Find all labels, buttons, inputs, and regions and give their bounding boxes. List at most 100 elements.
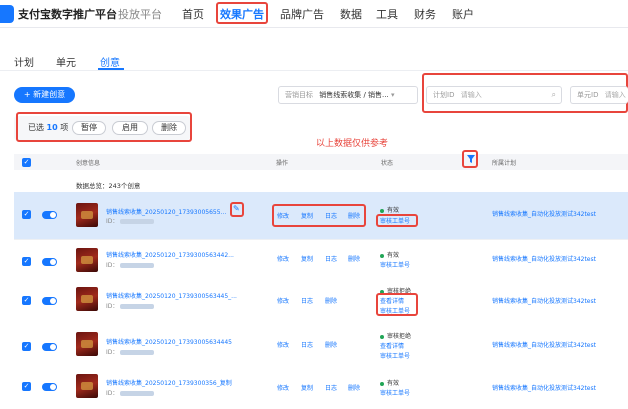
logo-icon xyxy=(0,5,14,23)
nav-finance[interactable]: 财务 xyxy=(414,6,436,22)
status-label: 审核拒绝 xyxy=(387,333,412,340)
nav-account[interactable]: 账户 xyxy=(452,6,474,22)
action-modify[interactable]: 修改 xyxy=(277,296,289,305)
creative-name[interactable]: 销售线索收集_20250120_1739300563442... xyxy=(106,250,234,259)
header-operations: 操作 xyxy=(276,160,289,167)
highlight-box-ticket xyxy=(376,214,418,227)
platform-brand: 支付宝数字推广平台 xyxy=(18,8,117,21)
action-delete[interactable]: 删除 xyxy=(348,383,360,392)
creative-name[interactable]: 销售线索收集_20250120_17393005634445 xyxy=(106,337,232,346)
plan-link[interactable]: 销售线索收集_自动化投放测试342test xyxy=(492,383,596,392)
ticket-link[interactable]: 审核工单号 xyxy=(380,351,410,360)
creative-thumbnail xyxy=(76,248,98,272)
action-modify[interactable]: 修改 xyxy=(277,383,289,392)
plan-link[interactable]: 销售线索收集_自动化投放测试342test xyxy=(492,209,596,218)
ticket-link[interactable]: 审核工单号 xyxy=(380,260,410,269)
disclaimer-note: 以上数据仅供参考 xyxy=(316,139,389,149)
row-toggle[interactable] xyxy=(42,297,57,305)
row-checkbox[interactable]: ✓ xyxy=(22,342,31,351)
action-log[interactable]: 日志 xyxy=(301,340,313,349)
nav-home[interactable]: 首页 xyxy=(182,6,204,22)
action-delete[interactable]: 删除 xyxy=(348,254,360,263)
plan-id-label: 计划ID xyxy=(433,91,455,99)
row-toggle[interactable] xyxy=(42,211,57,219)
new-creative-button[interactable]: + 新建创意 xyxy=(14,87,75,103)
delete-button[interactable]: 删除 xyxy=(152,121,186,135)
creative-id: ID： xyxy=(106,347,155,356)
creative-thumbnail xyxy=(76,287,98,311)
plan-link[interactable]: 销售线索收集_自动化投放测试342test xyxy=(492,254,596,263)
redacted-id xyxy=(120,219,155,224)
row-toggle[interactable] xyxy=(42,383,57,391)
action-copy[interactable]: 复制 xyxy=(301,254,313,263)
row-checkbox[interactable]: ✓ xyxy=(22,210,31,219)
plan-link[interactable]: 销售线索收集_自动化投放测试342test xyxy=(492,340,596,349)
selected-prefix: 已选 xyxy=(28,123,44,132)
row-checkbox[interactable]: ✓ xyxy=(22,382,31,391)
creative-name[interactable]: 销售线索收集_20250120_1739300563445_... xyxy=(106,291,237,300)
header-plan: 所属计划 xyxy=(492,160,517,167)
creative-name[interactable]: 销售线索收集_20250120_17393005655... xyxy=(106,207,226,216)
status-text: 有效 xyxy=(380,205,399,214)
tab-active-indicator xyxy=(98,68,124,70)
goal-filter-label: 营销目标 xyxy=(285,91,313,99)
tab-plan[interactable]: 计划 xyxy=(14,54,34,69)
nav-tools[interactable]: 工具 xyxy=(376,6,398,22)
row-toggle[interactable] xyxy=(42,258,57,266)
chevron-down-icon: ▾ xyxy=(390,91,395,99)
top-nav-bar: 支付宝数字推广平台 投放平台 首页 效果广告 品牌广告 数据 工具 财务 账户 xyxy=(0,0,628,28)
status-dot-icon xyxy=(380,253,384,258)
search-icon: ⌕ xyxy=(551,90,556,99)
creative-id: ID： xyxy=(106,388,155,397)
selected-count-text: 已选 10 项 xyxy=(28,122,68,133)
view-details-link[interactable]: 查看详情 xyxy=(380,341,404,350)
nav-data[interactable]: 数据 xyxy=(340,6,362,22)
unit-id-input[interactable]: 单元ID 请输入 xyxy=(570,86,628,104)
action-modify[interactable]: 修改 xyxy=(277,254,289,263)
app-root: 支付宝数字推广平台 投放平台 首页 效果广告 品牌广告 数据 工具 财务 账户 … xyxy=(0,0,628,409)
plan-id-placeholder: 请输入 xyxy=(460,91,482,99)
action-delete[interactable]: 删除 xyxy=(325,340,337,349)
status-dot-icon xyxy=(380,334,384,339)
goal-filter-value: 销售线索收集 / 销售... xyxy=(319,91,389,99)
redacted-id xyxy=(120,391,155,396)
row-toggle[interactable] xyxy=(42,343,57,351)
plan-id-input[interactable]: 计划ID 请输入 ⌕ xyxy=(426,86,562,104)
select-all-checkbox[interactable]: ✓ xyxy=(22,158,31,167)
status-dot-icon xyxy=(380,381,384,386)
data-summary: 数据总览：243个创意 xyxy=(76,182,141,190)
action-copy[interactable]: 复制 xyxy=(301,383,313,392)
action-log[interactable]: 日志 xyxy=(325,254,337,263)
redacted-id xyxy=(120,263,155,268)
tab-unit[interactable]: 单元 xyxy=(56,54,76,69)
creative-id-label: ID： xyxy=(106,262,119,269)
selected-suffix: 项 xyxy=(60,123,69,132)
creative-id-label: ID： xyxy=(106,349,119,356)
action-modify[interactable]: 修改 xyxy=(277,340,289,349)
action-delete[interactable]: 删除 xyxy=(325,296,337,305)
creative-id: ID： xyxy=(106,301,155,310)
creative-thumbnail xyxy=(76,203,98,227)
row-checkbox[interactable]: ✓ xyxy=(22,296,31,305)
creative-name[interactable]: 销售线索收集_20250120_1739300356_复制 xyxy=(106,378,232,387)
action-log[interactable]: 日志 xyxy=(325,383,337,392)
action-log[interactable]: 日志 xyxy=(301,296,313,305)
plan-link[interactable]: 销售线索收集_自动化投放测试342test xyxy=(492,296,596,305)
pause-button[interactable]: 暂停 xyxy=(72,121,106,135)
ticket-link[interactable]: 审核工单号 xyxy=(380,388,410,397)
redacted-id xyxy=(120,350,155,355)
redacted-id xyxy=(120,304,155,309)
unit-id-placeholder: 请输入 xyxy=(604,91,626,99)
nav-brand-ads[interactable]: 品牌广告 xyxy=(280,6,324,22)
highlight-box-review xyxy=(376,293,418,316)
creative-thumbnail xyxy=(76,374,98,398)
row-checkbox[interactable]: ✓ xyxy=(22,257,31,266)
goal-filter-select[interactable]: 营销目标 销售线索收集 / 销售... ▾ xyxy=(278,86,418,104)
creative-id-label: ID： xyxy=(106,303,119,310)
tab-divider xyxy=(0,70,628,71)
enable-button[interactable]: 启用 xyxy=(112,121,148,135)
status-text: 有效 xyxy=(380,378,399,387)
header-status: 状态 xyxy=(381,160,394,167)
tab-creative[interactable]: 创意 xyxy=(100,54,120,69)
status-label: 有效 xyxy=(387,252,400,259)
